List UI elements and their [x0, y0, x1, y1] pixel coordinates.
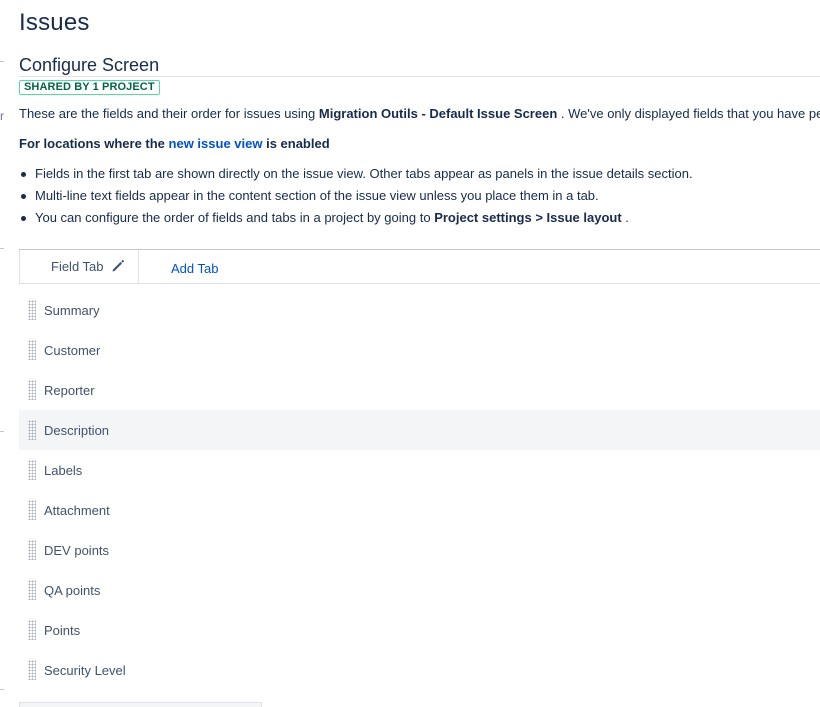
screen-name: Migration Outils - Default Issue Screen	[318, 106, 558, 121]
drag-handle-icon[interactable]	[28, 580, 36, 600]
bullet-item: Multi-line text fields appear in the con…	[19, 187, 693, 209]
bullet-item: Fields in the first tab are shown direct…	[19, 165, 693, 187]
field-name: Attachment	[44, 503, 110, 518]
title-divider	[19, 76, 820, 77]
left-panel-edge-tick	[0, 248, 4, 249]
select-field-input-stub[interactable]	[19, 702, 262, 707]
field-row-qa-points[interactable]: QA points	[19, 570, 820, 610]
bullet-suffix: .	[621, 210, 629, 225]
locations-heading-suffix: is enabled	[262, 136, 330, 151]
left-panel-edge-tick	[0, 689, 4, 690]
field-name: Reporter	[44, 383, 95, 398]
bullet-prefix: You can configure the order of fields an…	[35, 210, 435, 225]
project-settings-path: Project settings > Issue layout	[434, 210, 622, 225]
page-title: Issues	[19, 9, 90, 36]
field-row-attachment[interactable]: Attachment	[19, 490, 820, 530]
field-row-points[interactable]: Points	[19, 610, 820, 650]
tab-field-label: Field Tab	[51, 259, 104, 274]
drag-handle-icon[interactable]	[28, 380, 36, 400]
tab-field-tab[interactable]: Field Tab	[19, 250, 139, 283]
drag-handle-icon[interactable]	[28, 500, 36, 520]
left-panel-edge-text: r	[0, 109, 4, 123]
description-prefix: These are the fields and their order for…	[19, 106, 319, 121]
drag-handle-icon[interactable]	[28, 660, 36, 680]
drag-handle-icon[interactable]	[28, 540, 36, 560]
field-name: Customer	[44, 343, 101, 358]
bullet-text: Fields in the first tab are shown direct…	[35, 166, 693, 181]
locations-heading-prefix: For locations where the	[19, 136, 169, 151]
field-name: Labels	[44, 463, 83, 478]
field-name: Security Level	[44, 663, 126, 678]
screen-description: These are the fields and their order for…	[19, 106, 820, 121]
add-tab-link[interactable]: Add Tab	[171, 261, 218, 276]
field-row-security-level[interactable]: Security Level	[19, 650, 820, 690]
field-row-summary[interactable]: Summary	[19, 290, 820, 330]
field-name: Summary	[44, 303, 100, 318]
drag-handle-icon[interactable]	[28, 300, 36, 320]
field-row-description[interactable]: Description	[19, 410, 820, 450]
bullet-item: You can configure the order of fields an…	[19, 209, 693, 231]
field-row-labels[interactable]: Labels	[19, 450, 820, 490]
shared-by-project-badge[interactable]: SHARED BY 1 PROJECT	[19, 80, 160, 95]
drag-handle-icon[interactable]	[28, 420, 36, 440]
tab-bar	[19, 249, 820, 284]
locations-heading: For locations where the new issue view i…	[19, 136, 330, 151]
drag-handle-icon[interactable]	[28, 460, 36, 480]
new-issue-view-link[interactable]: new issue view	[169, 136, 263, 151]
bullet-text: Multi-line text fields appear in the con…	[35, 188, 599, 203]
left-panel-edge-tick	[0, 431, 4, 432]
field-name: DEV points	[44, 543, 110, 558]
field-row-reporter[interactable]: Reporter	[19, 370, 820, 410]
field-list: Summary Customer Reporter Description La…	[19, 290, 820, 690]
field-name: Points	[44, 623, 81, 638]
field-row-dev-points[interactable]: DEV points	[19, 530, 820, 570]
locations-bullet-list: Fields in the first tab are shown direct…	[19, 165, 693, 231]
description-suffix: . We've only displayed fields that you h…	[557, 106, 820, 121]
field-row-customer[interactable]: Customer	[19, 330, 820, 370]
pencil-icon[interactable]	[111, 259, 125, 273]
field-name: QA points	[44, 583, 101, 598]
screen-title: Configure Screen	[19, 55, 160, 75]
drag-handle-icon[interactable]	[28, 620, 36, 640]
left-panel-edge-tick	[0, 61, 4, 62]
drag-handle-icon[interactable]	[28, 340, 36, 360]
field-name: Description	[44, 423, 110, 438]
